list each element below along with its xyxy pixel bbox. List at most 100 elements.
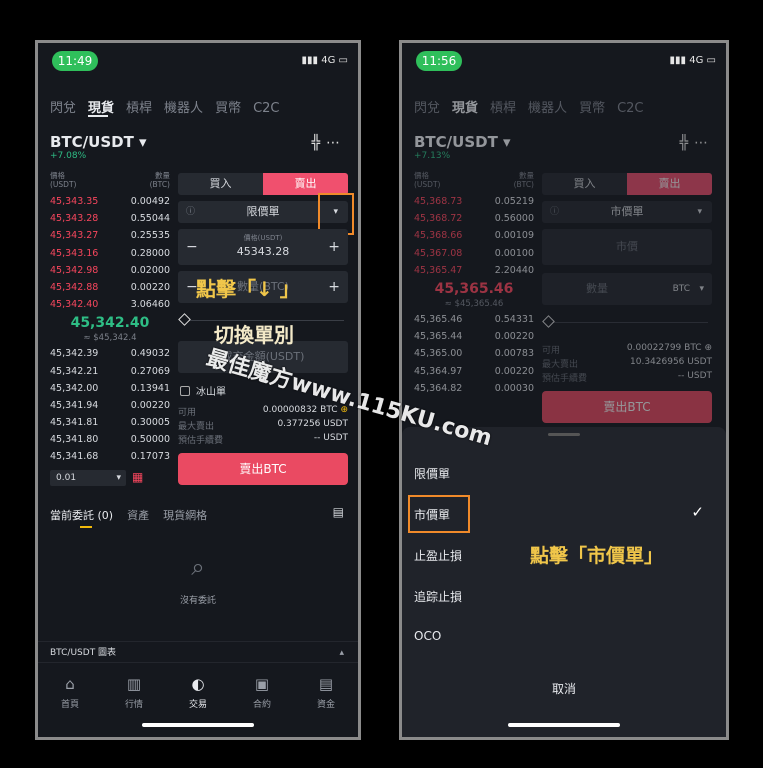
sell-btc-button[interactable]: 賣出BTC — [542, 391, 712, 423]
option-trailing-stop[interactable]: 追踪止損 — [414, 588, 462, 605]
sell-tab[interactable]: 賣出 — [627, 173, 712, 195]
order-book-row[interactable]: 45,368.72 0.56000 — [414, 210, 534, 227]
order-book-row[interactable]: 45,341.80 0.50000 — [50, 431, 170, 448]
percent-slider[interactable] — [542, 315, 712, 329]
pair-selector[interactable]: BTC/USDT ▾ — [50, 133, 147, 151]
top-tabs: 閃兌 現貨 槓桿 機器人 買幣 C2C — [414, 97, 718, 116]
order-book-row[interactable]: 45,365.44 0.00220 — [414, 328, 534, 345]
nav-home[interactable]: ⌂ 首頁 — [38, 663, 102, 737]
order-book-row[interactable]: 45,343.27 0.25535 — [50, 227, 170, 244]
chevron-down-icon[interactable]: ▾ — [697, 201, 702, 223]
buy-tab[interactable]: 買入 — [178, 173, 263, 195]
plus-icon[interactable]: + — [328, 239, 340, 255]
tab-spot[interactable]: 現貨 — [452, 101, 478, 116]
max-sell-row: 最大賣出 10.3426956 USDT — [542, 357, 712, 370]
chart-bar[interactable]: BTC/USDT 圖表 ▴ — [38, 641, 358, 663]
tab-underline — [80, 526, 92, 528]
order-book-row[interactable]: 45,364.97 0.00220 — [414, 363, 534, 380]
order-type-sheet: 限價單 市價單 ✓ 止盈止損 追踪止損 OCO 取消 點擊「市價單」 — [402, 427, 726, 737]
candlestick-icon[interactable]: ╬ — [680, 135, 694, 151]
chevron-up-icon[interactable]: ▴ — [339, 642, 344, 664]
order-book-row[interactable]: 45,342.39 0.49032 — [50, 345, 170, 362]
order-price: 45,343.27 — [50, 230, 99, 242]
tab-bot[interactable]: 機器人 — [528, 101, 567, 116]
tab-assets[interactable]: 資產 — [127, 507, 149, 523]
pair-selector[interactable]: BTC/USDT ▾ — [414, 133, 511, 151]
quantity-input[interactable]: 數量 BTC ▾ — [542, 273, 712, 305]
tab-spot[interactable]: 現貨 — [88, 101, 114, 116]
more-icon[interactable]: ⋯ — [326, 135, 346, 151]
order-book-row[interactable]: 45,368.73 0.05219 — [414, 193, 534, 210]
option-limit[interactable]: 限價單 — [414, 465, 450, 482]
order-book-row[interactable]: 45,343.35 0.00492 — [50, 193, 170, 210]
order-book-row[interactable]: 45,368.66 0.00109 — [414, 227, 534, 244]
tab-bot[interactable]: 機器人 — [164, 101, 203, 116]
order-quantity: 0.54331 — [494, 313, 534, 325]
order-book-row[interactable]: 45,367.08 0.00100 — [414, 245, 534, 262]
price-input[interactable]: − 價格(USDT) 45343.28 + — [178, 229, 348, 265]
add-icon[interactable]: ⊕ — [704, 343, 712, 353]
chevron-down-icon[interactable]: ▾ — [699, 273, 704, 305]
order-book-row[interactable]: 45,342.88 0.00220 — [50, 279, 170, 296]
tab-open-orders[interactable]: 當前委託 (0) — [50, 507, 113, 523]
order-book-row[interactable]: 45,343.16 0.28000 — [50, 245, 170, 262]
cancel-button[interactable]: 取消 — [402, 680, 726, 697]
futures-icon: ▣ — [254, 675, 270, 693]
iceberg-checkbox[interactable]: 冰山單 — [180, 383, 226, 398]
order-book-row[interactable]: 45,342.00 0.13941 — [50, 380, 170, 397]
order-book-row[interactable]: 45,342.21 0.27069 — [50, 363, 170, 380]
tab-convert[interactable]: 閃兌 — [50, 101, 76, 116]
candlestick-icon[interactable]: ╬ — [312, 135, 326, 151]
more-icon[interactable]: ⋯ — [694, 135, 714, 151]
empty-label: 沒有委託 — [179, 596, 216, 606]
side-toggle: 買入 賣出 — [178, 173, 348, 195]
slider-handle[interactable] — [178, 313, 191, 326]
sell-btc-button[interactable]: 賣出BTC — [178, 453, 348, 485]
order-book-row[interactable]: 45,365.47 2.20440 — [414, 262, 534, 279]
order-book-row[interactable]: 45,341.94 0.00220 — [50, 397, 170, 414]
order-type-select[interactable]: ⓘ 市價單 ▾ — [542, 201, 712, 223]
depth-select[interactable]: 0.01 ▾ — [50, 469, 126, 486]
tab-c2c[interactable]: C2C — [253, 101, 279, 116]
tab-convert[interactable]: 閃兌 — [414, 101, 440, 116]
option-oco[interactable]: OCO — [414, 629, 441, 643]
order-book: 價格 (USDT) 數量 (BTC) 45,343.35 0.00492 45,343.2… — [50, 171, 170, 486]
order-book-row[interactable]: 45,341.81 0.30005 — [50, 414, 170, 431]
order-quantity: 0.02000 — [130, 264, 170, 276]
bottom-tabs: 當前委託 (0) 資產 現貨網格 — [50, 507, 207, 523]
max-sell-row: 最大賣出 0.377256 USDT — [178, 419, 348, 432]
order-quantity: 0.00100 — [494, 247, 534, 259]
order-book-row[interactable]: 45,343.28 0.55044 — [50, 210, 170, 227]
sell-tab[interactable]: 賣出 — [263, 173, 348, 195]
plus-icon[interactable]: + — [328, 271, 340, 303]
order-price: 45,342.00 — [50, 382, 99, 394]
tab-buy-crypto[interactable]: 買幣 — [579, 101, 605, 116]
order-book-row[interactable]: 45,342.40 3.06460 — [50, 296, 170, 313]
mid-price: 45,342.40 — [70, 315, 150, 332]
annotation-click-market: 點擊「市價單」 — [530, 545, 664, 567]
order-price: 45,343.35 — [50, 196, 99, 207]
tab-buy-crypto[interactable]: 買幣 — [215, 101, 241, 116]
order-quantity: 0.50000 — [130, 434, 170, 446]
order-book-row[interactable]: 45,365.46 0.54331 — [414, 311, 534, 328]
order-price: 45,342.39 — [50, 348, 99, 360]
tab-margin[interactable]: 槓桿 — [126, 101, 152, 116]
tab-c2c[interactable]: C2C — [617, 101, 643, 116]
order-quantity: 0.56000 — [494, 213, 534, 225]
book-layout-icon[interactable]: ▦ — [132, 470, 143, 486]
buy-tab[interactable]: 買入 — [542, 173, 627, 195]
battery-icon: ▭ — [338, 55, 348, 66]
tab-spot-grid[interactable]: 現貨網格 — [163, 507, 207, 523]
order-book-row[interactable]: 45,341.68 0.17073 — [50, 448, 170, 465]
minus-icon[interactable]: − — [186, 239, 198, 255]
order-history-icon[interactable]: ▤ — [333, 505, 344, 519]
order-book-row[interactable]: 45,364.82 0.00030 — [414, 380, 534, 397]
tab-margin[interactable]: 槓桿 — [490, 101, 516, 116]
option-stop-profit-loss[interactable]: 止盈止損 — [414, 547, 462, 564]
nav-assets[interactable]: ▤ 資金 — [294, 663, 358, 737]
sheet-handle[interactable] — [548, 433, 580, 436]
checkbox-icon[interactable] — [180, 385, 190, 396]
order-book-row[interactable]: 45,365.00 0.00783 — [414, 345, 534, 362]
slider-handle[interactable] — [542, 315, 555, 328]
order-book-row[interactable]: 45,342.98 0.02000 — [50, 262, 170, 279]
